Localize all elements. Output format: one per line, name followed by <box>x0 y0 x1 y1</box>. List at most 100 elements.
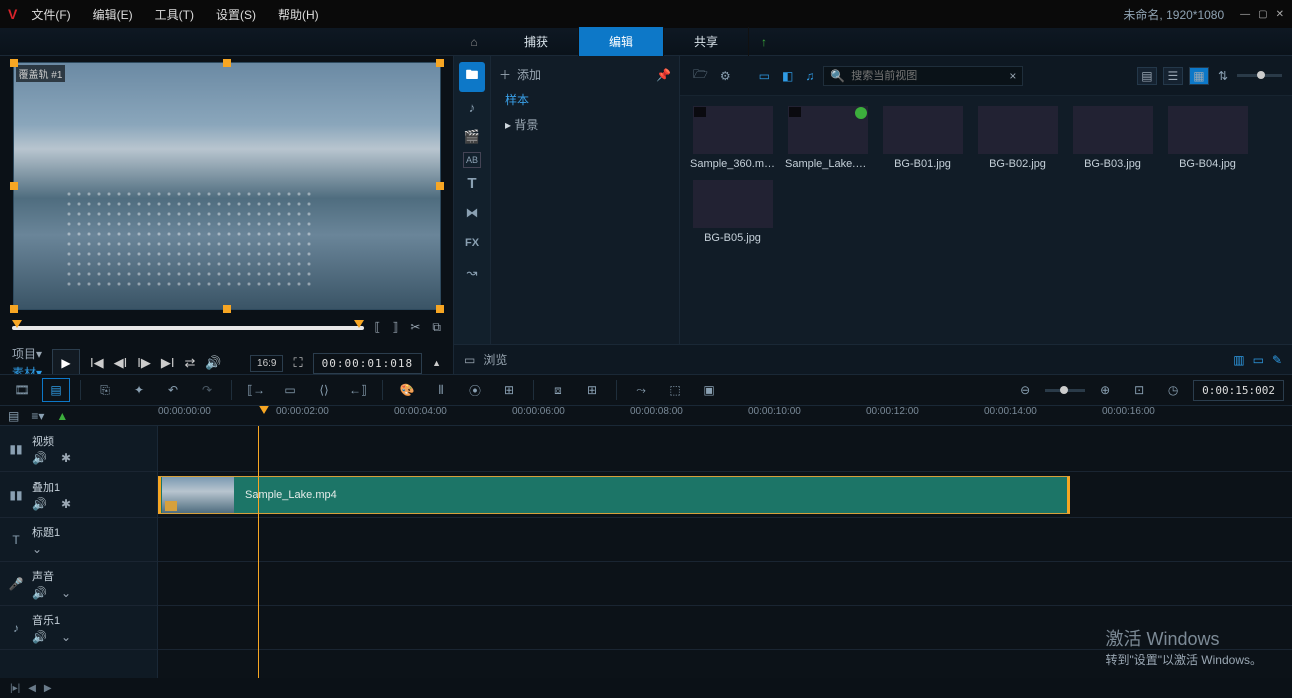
play-button[interactable]: ▶ <box>52 349 80 377</box>
aspect-ratio[interactable]: 16:9 <box>250 355 283 372</box>
mute-icon[interactable]: 🔊 <box>32 586 47 600</box>
mark-in-button[interactable]: ⟦ <box>374 320 380 335</box>
loop-icon[interactable]: ⇄ <box>184 355 195 371</box>
trim-clip-icon[interactable]: ▭ <box>276 378 304 402</box>
filter-photo-icon[interactable]: ◧ <box>779 66 796 86</box>
zoom-slider[interactable] <box>1045 389 1085 392</box>
track-header-music[interactable]: ♪ 音乐1 🔊⌄ <box>0 606 157 650</box>
step-fwd-icon[interactable]: I▶ <box>137 355 151 371</box>
lock-icon[interactable]: ✱ <box>61 451 71 465</box>
tools-icon[interactable]: ✦ <box>125 378 153 402</box>
track-header-title[interactable]: T 标题1 ⌄ <box>0 518 157 562</box>
chapter-icon[interactable]: ⧈ <box>544 378 572 402</box>
step-back-icon[interactable]: ◀I <box>114 355 128 371</box>
tab-capture[interactable]: 捕获 <box>494 27 579 56</box>
split-clip-icon[interactable]: ⟨⟩ <box>310 378 338 402</box>
clock-icon[interactable]: ◷ <box>1159 378 1187 402</box>
mute-icon[interactable]: 🔊 <box>32 630 47 644</box>
add-icon[interactable]: ＋ <box>499 66 511 83</box>
timeline-view-icon[interactable]: ▤ <box>42 378 70 402</box>
transition-tab-icon[interactable]: ⧓ <box>459 198 485 228</box>
split-icon[interactable]: ✂ <box>410 320 420 335</box>
maximize-icon[interactable]: ▢ <box>1258 9 1267 20</box>
upload-icon[interactable]: ↑ <box>749 35 779 49</box>
media-thumb[interactable]: BG-B03.jpg <box>1070 106 1155 170</box>
audio-tab-icon[interactable]: ♪ <box>459 92 485 122</box>
mark-in-icon[interactable] <box>12 320 22 328</box>
menu-edit[interactable]: 编辑(E) <box>85 2 141 27</box>
go-start-icon[interactable]: I◀ <box>90 355 104 371</box>
browse-label[interactable]: 浏览 <box>483 351 507 368</box>
minimize-icon[interactable]: — <box>1240 9 1250 20</box>
redo-icon[interactable]: ↷ <box>193 378 221 402</box>
timeline-timecode[interactable]: 0:00:15:002 <box>1193 380 1284 401</box>
scrub-bar[interactable] <box>12 326 364 330</box>
thumb-size-slider[interactable] <box>1237 74 1282 77</box>
audio-icon[interactable]: ⫴ <box>427 378 455 402</box>
subtitle-icon[interactable]: ⊞ <box>495 378 523 402</box>
text-tab-icon[interactable]: AB <box>463 152 481 168</box>
media-thumb[interactable]: BG-B01.jpg <box>880 106 965 170</box>
panel-layout-2-icon[interactable]: ▭ <box>1253 353 1264 367</box>
preview-timecode[interactable]: 00:00:01:018 <box>313 353 422 374</box>
color-icon[interactable]: 🎨 <box>393 378 421 402</box>
resize-handle-icon[interactable] <box>10 182 18 190</box>
title-tab-icon[interactable]: T <box>459 168 485 198</box>
add-folder-label[interactable]: 添加 <box>517 66 541 83</box>
media-thumb[interactable]: Sample_360.mp4 <box>690 106 775 170</box>
collapse-icon[interactable]: ⌄ <box>32 542 42 556</box>
view-thumb-icon[interactable]: ▦ <box>1189 67 1209 85</box>
mute-icon[interactable]: 🔊 <box>32 497 47 511</box>
trim-start-icon[interactable]: ⟦→ <box>242 378 270 402</box>
playhead-line[interactable] <box>258 426 259 678</box>
refresh-icon[interactable]: ⚙ <box>717 66 734 86</box>
folder-background[interactable]: ▸ 背景 <box>497 112 673 137</box>
menu-settings[interactable]: 设置(S) <box>208 2 264 27</box>
trim-end-icon[interactable]: ←⟧ <box>344 378 372 402</box>
folder-sample[interactable]: 样本 <box>497 87 673 112</box>
preview-viewport[interactable]: 覆盖轨 #1 <box>13 62 441 310</box>
time-ruler[interactable]: 00:00:00:0000:00:02:0000:00:04:0000:00:0… <box>158 406 1292 425</box>
record-icon[interactable]: ⦿ <box>461 378 489 402</box>
mode-project[interactable]: 项目▾ <box>12 345 42 362</box>
filter-video-icon[interactable]: ▭ <box>756 66 773 86</box>
pin-icon[interactable]: 📌 <box>656 68 671 82</box>
fit-icon[interactable]: ⊡ <box>1125 378 1153 402</box>
lock-icon[interactable]: ✱ <box>61 497 71 511</box>
undo-icon[interactable]: ↶ <box>159 378 187 402</box>
mute-icon[interactable]: 🔊 <box>32 451 47 465</box>
mark-out-icon[interactable] <box>354 320 364 328</box>
track-nav-icon[interactable]: |▸| <box>10 683 20 694</box>
close-icon[interactable]: ✕ <box>1276 9 1284 20</box>
media-thumb[interactable]: BG-B04.jpg <box>1165 106 1250 170</box>
view-detail-icon[interactable]: ▤ <box>1137 67 1157 85</box>
playhead-icon[interactable] <box>258 406 270 414</box>
import-icon[interactable]: 🗁 <box>690 62 711 89</box>
menu-help[interactable]: 帮助(H) <box>270 2 327 27</box>
mark-out-button[interactable]: ⟧ <box>392 320 398 335</box>
filter-audio-icon[interactable]: ♫ <box>802 66 817 86</box>
track-menu-icon[interactable]: ▤ <box>8 409 19 423</box>
go-end-icon[interactable]: ▶I <box>161 355 175 371</box>
media-thumb[interactable]: Sample_Lake.m... <box>785 106 870 170</box>
media-tab-icon[interactable]: 🖿 <box>459 62 485 92</box>
panel-layout-1-icon[interactable]: ▥ <box>1233 353 1244 367</box>
collapse-icon[interactable]: ⌄ <box>61 586 71 600</box>
tab-share[interactable]: 共享 <box>664 27 749 56</box>
timeline-clip[interactable]: Sample_Lake.mp4 <box>158 476 1070 514</box>
crop-icon[interactable]: ⬚ <box>661 378 689 402</box>
track-header-voice[interactable]: 🎤 声音 🔊⌄ <box>0 562 157 606</box>
timecode-dropdown-icon[interactable]: ▲ <box>432 358 441 368</box>
tab-edit[interactable]: 编辑 <box>579 27 664 56</box>
panel-edit-icon[interactable]: ✎ <box>1272 353 1282 367</box>
search-input[interactable] <box>851 70 1003 82</box>
resize-handle-icon[interactable] <box>10 305 18 313</box>
browse-icon[interactable]: ▭ <box>464 353 475 367</box>
snapshot-icon[interactable]: ⧉ <box>432 320 441 335</box>
media-thumb[interactable]: BG-B02.jpg <box>975 106 1060 170</box>
resize-handle-icon[interactable] <box>436 305 444 313</box>
menu-file[interactable]: 文件(F) <box>23 2 78 27</box>
path-tab-icon[interactable]: ↝ <box>459 258 485 288</box>
clear-search-icon[interactable]: × <box>1009 69 1016 83</box>
video-tab-icon[interactable]: 🎬 <box>459 122 485 152</box>
